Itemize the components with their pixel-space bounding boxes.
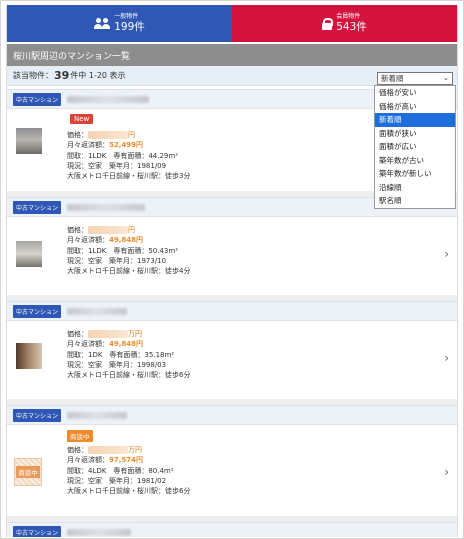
- status-built: 現況：空家 築年月：1981/09: [67, 161, 167, 170]
- property-photo[interactable]: [16, 241, 42, 267]
- sort-dropdown: 価格が安い 価格が高い 新着順 面積が狭い 面積が広い 築年数が古い 築年数が新…: [374, 85, 456, 209]
- access-info: 大阪メトロ千日前線・桜川駅：徒歩4分: [67, 267, 191, 276]
- listing-name-redacted: [67, 307, 128, 315]
- listing-type-badge: 中古マンション: [13, 92, 62, 106]
- listing-item[interactable]: 中古マンション 価格： 万円 月々返済額：49,848円 間取：1DK 専有面積：…: [7, 301, 457, 399]
- chevron-right-icon[interactable]: ›: [444, 247, 449, 261]
- price-unit: 万円: [128, 446, 142, 454]
- listing-info: 価格： 万円 月々返済額：97,574円 間取：4LDK 専有面積：80.4m² …: [67, 445, 190, 496]
- property-photo[interactable]: [16, 343, 42, 369]
- loan-value: 49,848円: [109, 236, 144, 245]
- layout-area: 間取：1LDK 専有面積：50.43m²: [67, 246, 178, 255]
- listing-info: 価格：円 月々返済額：49,848円 間取：1LDK 専有面積：50.43m² …: [67, 225, 190, 276]
- sort-option[interactable]: 沿線順: [375, 181, 455, 195]
- listing-type-badge: 中古マンション: [13, 200, 62, 214]
- loan-label: 月々返済額：: [67, 340, 109, 349]
- layout-area: 間取：1LDK 専有面積：44.29m²: [67, 151, 178, 160]
- new-badge: New: [70, 114, 94, 124]
- result-prefix: 該当物件：: [13, 71, 53, 80]
- listing-info: 価格：円 月々返済額：52,499円 間取：1LDK 専有面積：44.29m² …: [67, 130, 190, 181]
- property-photo-placeholder[interactable]: 商談中: [14, 458, 42, 486]
- price-redacted: [88, 330, 128, 338]
- status-built: 現況：空家 築年月：1973/10: [67, 256, 167, 265]
- negotiating-badge: 商談中: [67, 430, 93, 442]
- access-info: 大阪メトロ千日前線・桜川駅：徒歩6分: [67, 371, 191, 380]
- tab-member-label: 会員物件: [336, 13, 361, 21]
- loan-label: 月々返済額：: [67, 456, 109, 465]
- price-redacted: [88, 226, 128, 234]
- listing-header: 中古マンション: [7, 301, 457, 320]
- listing-item[interactable]: 中古マンション 商談中 商談中 価格： 万円 月々返済額：97,574円 間取：4…: [7, 405, 457, 516]
- result-suffix: 件中 1-20 表示: [70, 71, 126, 80]
- chevron-right-icon[interactable]: ›: [444, 351, 449, 365]
- listing-body: 価格：円 月々返済額：49,848円 間取：1LDK 専有面積：50.43m² …: [7, 216, 457, 295]
- price-unit: 円: [128, 131, 135, 139]
- listing-item[interactable]: 中古マンション 価格： 円 月々返済額：49,848円 間取：1LDK 専有面積：…: [7, 197, 457, 295]
- tab-general-label: 一般物件: [114, 13, 139, 21]
- listing-body: 価格： 万円 月々返済額：49,848円 間取：1DK 専有面積：35.18m² …: [7, 320, 457, 399]
- sort-selected-value: 新着順: [381, 74, 404, 83]
- sort-option-selected[interactable]: 新着順: [375, 113, 455, 127]
- tab-general-count: 199件: [114, 20, 145, 33]
- listing-type-badge: 中古マンション: [13, 304, 62, 318]
- price-unit: 円: [128, 226, 135, 234]
- tab-member-count: 543件: [336, 20, 367, 33]
- sort-option[interactable]: 価格が安い: [375, 86, 455, 100]
- sort-option[interactable]: 築年数が新しい: [375, 167, 455, 181]
- price-redacted: [88, 131, 128, 139]
- listing-name-redacted: [67, 95, 150, 103]
- listing-header: 中古マンション: [7, 522, 457, 537]
- listing-name-redacted: [67, 528, 132, 536]
- lock-icon: [322, 17, 334, 30]
- section-title: 桜川駅周辺のマンション一覧: [7, 44, 457, 66]
- price-redacted: [88, 446, 128, 454]
- loan-value: 97,574円: [109, 456, 144, 465]
- price-label: 価格：: [67, 330, 88, 338]
- status-built: 現況：空家 築年月：1981/02: [67, 476, 167, 485]
- listing-type-badge: 中古マンション: [13, 408, 62, 422]
- layout-area: 間取：1DK 専有面積：35.18m²: [67, 350, 175, 359]
- listing-info: 価格： 万円 月々返済額：49,848円 間取：1DK 専有面積：35.18m² …: [67, 329, 190, 380]
- access-info: 大阪メトロ千日前線・桜川駅：徒歩3分: [67, 172, 191, 181]
- price-label: 価格：: [67, 226, 88, 234]
- status-built: 現況：空家 築年月：1998/03: [67, 360, 167, 369]
- loan-value: 49,848円: [109, 340, 144, 349]
- thumb-status-label: 商談中: [16, 466, 40, 478]
- chevron-right-icon[interactable]: ›: [444, 465, 449, 479]
- price-label: 価格：: [67, 131, 88, 139]
- listing-type-badge: 中古マンション: [13, 525, 62, 537]
- price-unit: 万円: [128, 330, 142, 338]
- sort-option[interactable]: 駅名順: [375, 194, 455, 208]
- content: 一般物件 199件 会員物件 543件 桜川駅周辺のマンション一覧 該当物件： …: [6, 5, 458, 537]
- listing-body: 商談中 商談中 価格： 万円 月々返済額：97,574円 間取：4LDK 専有面積…: [7, 424, 457, 516]
- people-icon: [94, 17, 110, 30]
- listing-header: 中古マンション: [7, 405, 457, 424]
- page-frame: 一般物件 199件 会員物件 543件 桜川駅周辺のマンション一覧 該当物件： …: [0, 0, 464, 539]
- loan-value: 52,499円: [109, 141, 144, 150]
- listing-item[interactable]: 中古マンション: [7, 522, 457, 537]
- listing-name-redacted: [67, 203, 146, 211]
- sort-option[interactable]: 築年数が古い: [375, 154, 455, 168]
- loan-label: 月々返済額：: [67, 236, 109, 245]
- listing-name-redacted: [67, 411, 128, 419]
- property-tabs: 一般物件 199件 会員物件 543件: [7, 5, 457, 42]
- tab-general[interactable]: 一般物件 199件: [7, 5, 232, 42]
- loan-label: 月々返済額：: [67, 141, 109, 150]
- access-info: 大阪メトロ千日前線・桜川駅：徒歩6分: [67, 487, 191, 496]
- sort-option[interactable]: 面積が広い: [375, 140, 455, 154]
- price-label: 価格：: [67, 446, 88, 454]
- sort-option[interactable]: 価格が高い: [375, 100, 455, 114]
- sort-select[interactable]: 新着順 ⌄: [377, 72, 453, 85]
- tab-member[interactable]: 会員物件 543件: [232, 5, 457, 42]
- property-photo[interactable]: [16, 128, 42, 154]
- result-total: 39: [54, 69, 70, 82]
- sort-option[interactable]: 面積が狭い: [375, 127, 455, 141]
- layout-area: 間取：4LDK 専有面積：80.4m²: [67, 466, 174, 475]
- chevron-down-icon: ⌄: [443, 74, 449, 82]
